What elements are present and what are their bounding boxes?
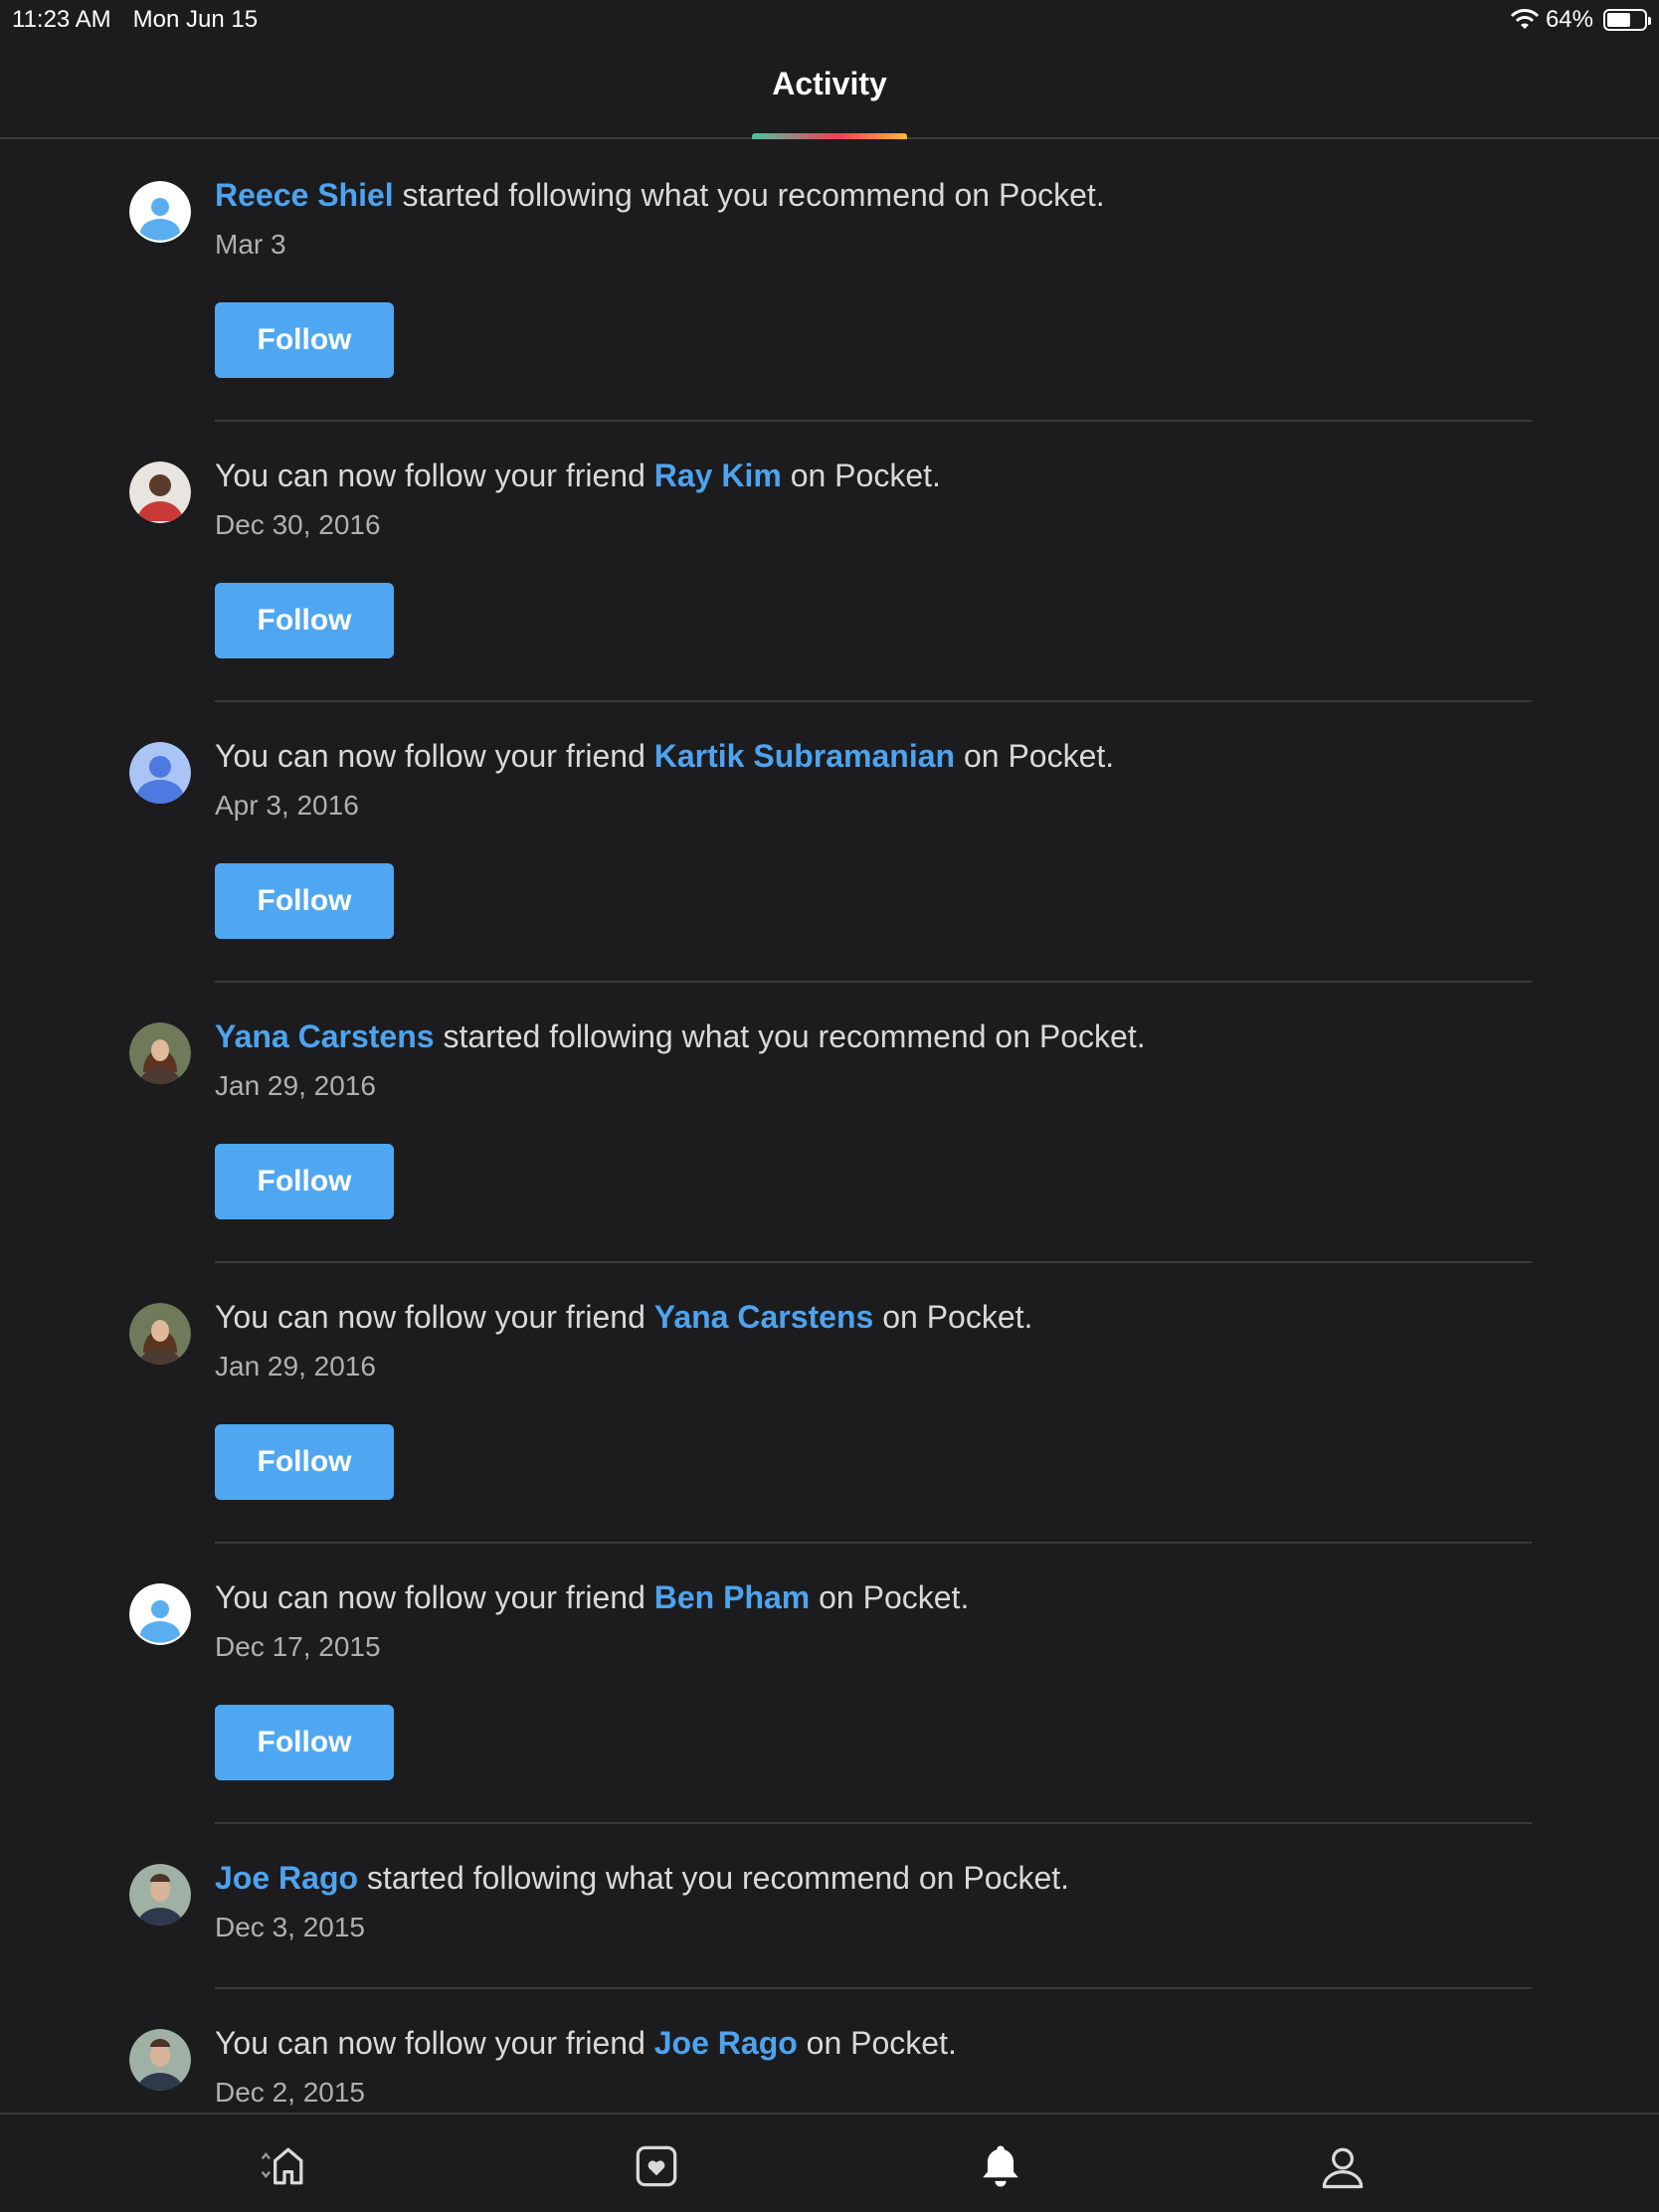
bell-icon <box>983 2145 1018 2187</box>
avatar[interactable] <box>129 742 191 804</box>
activity-text-before: You can now follow your friend <box>215 2025 654 2061</box>
activity-date: Dec 3, 2015 <box>215 1912 365 1942</box>
activity-item: You can now follow your friend Kartik Su… <box>0 702 1659 983</box>
activity-text-after: on Pocket. <box>781 458 941 493</box>
status-date: Mon Jun 15 <box>132 6 259 33</box>
home-icon <box>261 2147 303 2185</box>
activity-date: Dec 2, 2015 <box>215 2077 365 2108</box>
activity-date: Mar 3 <box>215 229 286 260</box>
activity-date: Jan 29, 2016 <box>215 1070 376 1101</box>
tab-home[interactable] <box>257 2138 316 2198</box>
activity-text: You can now follow your friend Ray Kim o… <box>215 455 1540 496</box>
battery-icon <box>1603 9 1651 31</box>
avatar[interactable] <box>129 1583 191 1645</box>
activity-text-after: on Pocket. <box>873 1299 1033 1335</box>
activity-item: You can now follow your friend Joe Rago … <box>0 1989 1659 2113</box>
activity-item: You can now follow your friend Ray Kim o… <box>0 422 1659 702</box>
follow-button[interactable]: Follow <box>215 863 394 939</box>
follow-button[interactable]: Follow <box>215 1424 394 1500</box>
user-name-link[interactable]: Yana Carstens <box>215 1018 435 1054</box>
tab-activity[interactable] <box>973 2138 1032 2198</box>
activity-text-after: started following what you recommend on … <box>434 1018 1146 1054</box>
follow-button[interactable]: Follow <box>215 1705 394 1780</box>
activity-date: Dec 17, 2015 <box>215 1631 381 1662</box>
user-name-link[interactable]: Yana Carstens <box>654 1299 874 1335</box>
avatar[interactable] <box>129 1022 191 1084</box>
battery-percentage: 64% <box>1545 6 1593 33</box>
user-name-link[interactable]: Kartik Subramanian <box>654 738 955 774</box>
activity-text-after: started following what you recommend on … <box>358 1860 1070 1896</box>
activity-text: Yana Carstens started following what you… <box>215 1015 1540 1057</box>
activity-item: Yana Carstens started following what you… <box>0 983 1659 1263</box>
activity-feed: Reece Shiel started following what you r… <box>0 141 1659 2113</box>
avatar[interactable] <box>129 1303 191 1365</box>
activity-item: You can now follow your friend Yana Cars… <box>0 1263 1659 1544</box>
status-left: 11:23 AM Mon Jun 15 <box>12 6 258 34</box>
activity-date: Jan 29, 2016 <box>215 1351 376 1382</box>
page-title: Activity <box>772 66 887 101</box>
activity-text: Joe Rago started following what you reco… <box>215 1857 1540 1899</box>
user-name-link[interactable]: Ray Kim <box>654 458 782 493</box>
activity-date: Apr 3, 2016 <box>215 790 359 821</box>
activity-text-after: on Pocket. <box>810 1579 970 1615</box>
user-name-link[interactable]: Joe Rago <box>654 2025 798 2061</box>
status-time: 11:23 AM <box>12 6 111 33</box>
user-name-link[interactable]: Ben Pham <box>654 1579 810 1615</box>
tab-bar <box>0 2113 1659 2212</box>
activity-text-before: You can now follow your friend <box>215 458 654 493</box>
activity-text: You can now follow your friend Ben Pham … <box>215 1576 1540 1618</box>
follow-button[interactable]: Follow <box>215 1144 394 1219</box>
activity-text-after: on Pocket. <box>955 738 1115 774</box>
user-name-link[interactable]: Reece Shiel <box>215 177 394 213</box>
status-right: 64% <box>1510 6 1651 34</box>
activity-item: Joe Rago started following what you reco… <box>0 1824 1659 1989</box>
nav-header: Activity <box>0 40 1659 139</box>
activity-text: You can now follow your friend Kartik Su… <box>215 735 1540 777</box>
avatar[interactable] <box>129 2029 191 2091</box>
profile-icon <box>1322 2147 1364 2189</box>
avatar[interactable] <box>129 461 191 523</box>
tab-profile[interactable] <box>1315 2138 1375 2198</box>
activity-text: You can now follow your friend Joe Rago … <box>215 2022 1540 2064</box>
activity-text-before: You can now follow your friend <box>215 738 654 774</box>
wifi-icon <box>1510 9 1540 29</box>
saves-icon <box>636 2145 677 2187</box>
user-name-link[interactable]: Joe Rago <box>215 1860 358 1896</box>
tab-underline <box>752 133 907 139</box>
follow-button[interactable]: Follow <box>215 583 394 658</box>
activity-text-after: started following what you recommend on … <box>393 177 1105 213</box>
activity-text: You can now follow your friend Yana Cars… <box>215 1296 1540 1338</box>
activity-item: You can now follow your friend Ben Pham … <box>0 1544 1659 1824</box>
activity-item: Reece Shiel started following what you r… <box>0 141 1659 422</box>
activity-date: Dec 30, 2016 <box>215 509 381 540</box>
battery-fill <box>1607 13 1631 27</box>
avatar[interactable] <box>129 1864 191 1926</box>
status-bar: 11:23 AM Mon Jun 15 64% <box>0 0 1659 40</box>
avatar[interactable] <box>129 181 191 243</box>
activity-text-before: You can now follow your friend <box>215 1579 654 1615</box>
follow-button[interactable]: Follow <box>215 302 394 378</box>
tab-saves[interactable] <box>629 2138 688 2198</box>
activity-text-after: on Pocket. <box>797 2025 957 2061</box>
activity-text-before: You can now follow your friend <box>215 1299 654 1335</box>
activity-text: Reece Shiel started following what you r… <box>215 174 1540 216</box>
